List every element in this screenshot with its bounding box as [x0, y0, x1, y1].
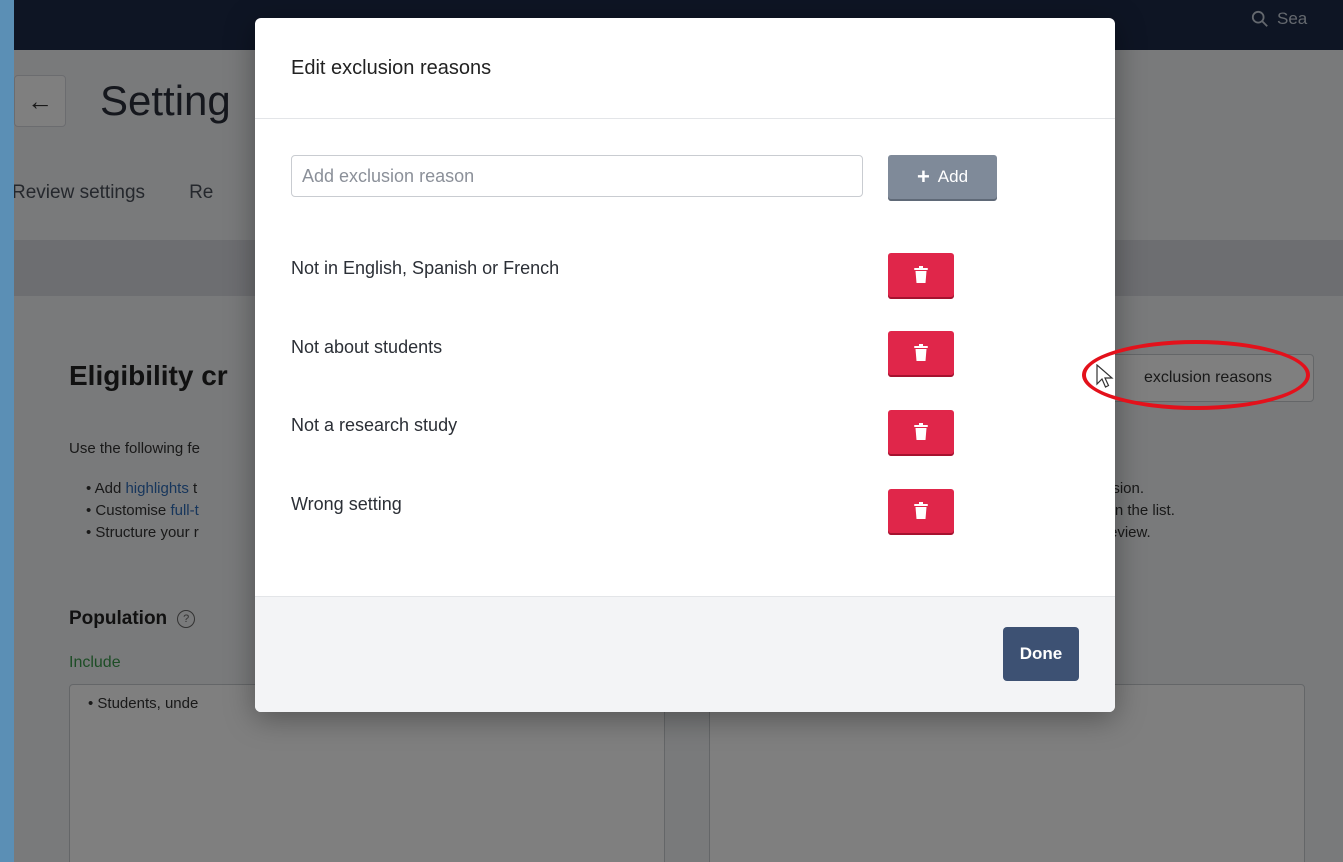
reason-label: Not a research study	[291, 415, 458, 435]
modal-title: Edit exclusion reasons	[255, 18, 1115, 119]
trash-icon	[914, 266, 928, 283]
reason-label: Not in English, Spanish or French	[291, 258, 560, 278]
reason-row: Not about students	[291, 331, 991, 383]
done-button[interactable]: Done	[1003, 627, 1079, 681]
exclusion-reason-input[interactable]	[291, 155, 863, 197]
reason-label: Not about students	[291, 337, 443, 357]
annotation-circle	[1082, 340, 1310, 410]
delete-reason-button[interactable]	[888, 253, 954, 297]
reason-row: Wrong setting	[291, 489, 991, 540]
plus-icon: +	[916, 164, 930, 189]
trash-icon	[914, 502, 928, 519]
trash-icon	[914, 344, 928, 361]
delete-reason-button[interactable]	[888, 489, 954, 533]
edit-exclusion-reasons-modal: Edit exclusion reasons + Add Not in Engl…	[255, 18, 1115, 712]
cursor-icon	[1096, 364, 1114, 388]
modal-footer: Done	[255, 596, 1115, 712]
add-reason-button[interactable]: + Add	[888, 155, 997, 199]
reason-row: Not in English, Spanish or French	[291, 253, 991, 304]
delete-reason-button[interactable]	[888, 331, 954, 375]
reason-label: Wrong setting	[291, 494, 402, 514]
trash-icon	[914, 423, 928, 440]
delete-reason-button[interactable]	[888, 410, 954, 454]
reason-row: Not a research study	[291, 410, 991, 461]
modal-body: + Add Not in English, Spanish or French …	[255, 119, 1115, 597]
